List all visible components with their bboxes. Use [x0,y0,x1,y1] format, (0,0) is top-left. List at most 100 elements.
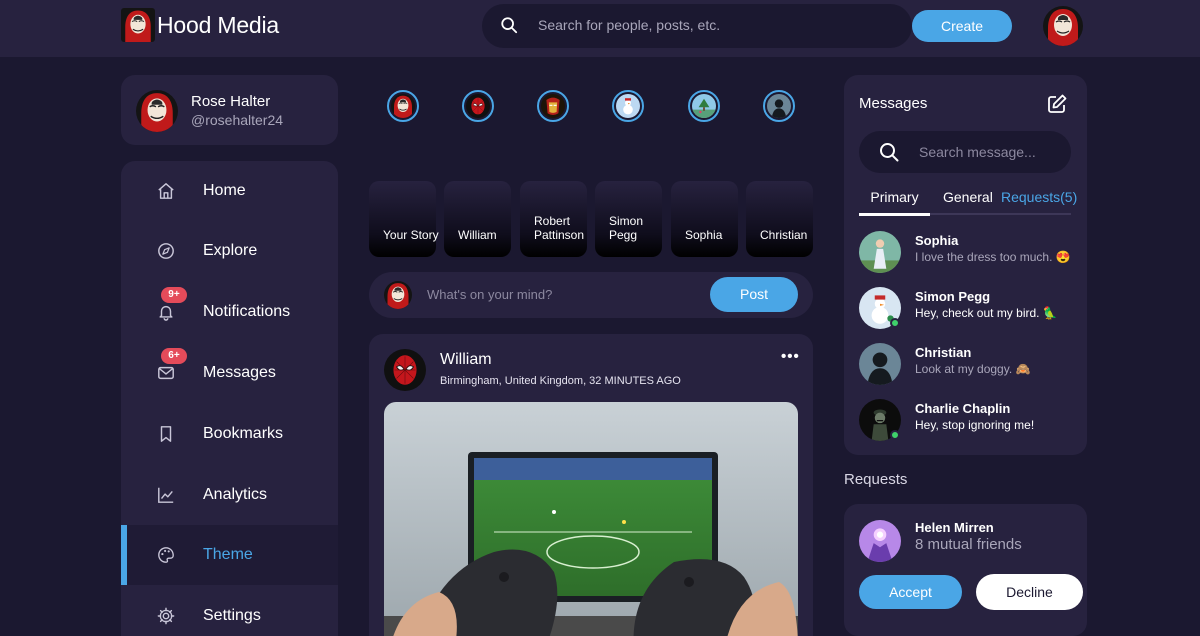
feed-post: William Birmingham, United Kingdom, 32 M… [369,334,813,636]
post-author-name[interactable]: William [440,351,492,369]
profile-avatar [136,90,178,132]
palette-icon [158,547,174,563]
create-button[interactable]: Create [912,10,1012,42]
story-label: William [458,228,497,242]
user-avatar[interactable] [1043,6,1083,46]
message-item[interactable]: Simon Pegg Hey, check out my bird. 🦜 [859,287,1079,331]
sidebar-item-theme[interactable]: Theme [121,525,338,585]
post-button[interactable]: Post [710,277,798,312]
decline-request-button[interactable]: Decline [976,574,1083,610]
story-avatar[interactable] [462,90,494,122]
message-preview: Hey, stop ignoring me! [915,418,1035,432]
requests-heading: Requests [844,471,908,488]
story-label: Sophia [685,228,723,242]
message-preview: Hey, check out my bird. 🦜 [915,306,1058,320]
message-avatar [859,231,901,273]
story-avatar[interactable] [612,90,644,122]
gear-icon [157,607,175,625]
story-card[interactable]: Robert Pattinson [520,181,587,257]
profile-handle: @rosehalter24 [191,112,284,128]
story-avatar[interactable] [387,90,419,122]
sidebar-item-label: Theme [203,546,253,563]
tab-requests[interactable]: Requests(5) [1001,189,1077,215]
message-item[interactable]: Charlie Chaplin Hey, stop ignoring me! [859,399,1079,443]
story-label: Simon Pegg [609,214,644,242]
accept-request-button[interactable]: Accept [859,575,962,609]
chart-line-icon [158,487,174,503]
post-location-time: Birmingham, United Kingdom, 32 MINUTES A… [440,375,681,387]
messages-count-badge: 6+ [161,348,187,364]
sidebar-item-label: Home [203,182,246,199]
online-status-dot [890,318,900,328]
story-card[interactable]: Sophia [671,181,738,257]
message-sender: Christian [915,345,972,360]
online-status-dot [890,430,900,440]
story-label: Robert Pattinson [534,214,585,242]
sidebar-item-home[interactable]: Home [121,161,338,221]
active-indicator [121,525,127,585]
composer-avatar [384,281,412,309]
sidebar-menu: Home Explore 9+ Notifications 6+ Message… [121,161,338,636]
message-avatar [859,343,901,385]
search-icon [880,143,899,162]
global-search-bar[interactable]: Search for people, posts, etc. [482,4,912,48]
request-name[interactable]: Helen Mirren [915,520,994,535]
friend-request-card: Helen Mirren 8 mutual friends Accept Dec… [844,504,1087,636]
message-item[interactable]: Sophia I love the dress too much. 😍 [859,231,1079,275]
app-logo-icon[interactable] [121,8,155,42]
envelope-icon [158,366,174,380]
post-image[interactable] [384,402,798,636]
story-label: Christian [760,228,808,242]
search-icon [501,17,518,34]
tab-general[interactable]: General [943,189,993,215]
sidebar-item-explore[interactable]: Explore [121,221,338,281]
notifications-count-badge: 9+ [161,287,187,303]
sidebar-item-analytics[interactable]: Analytics [121,465,338,525]
story-avatar[interactable] [537,90,569,122]
app-name[interactable]: Hood Media [157,12,279,39]
home-icon [158,183,174,199]
bell-icon [159,305,173,321]
request-avatar[interactable] [859,520,901,562]
sidebar-item-bookmarks[interactable]: Bookmarks [121,404,338,464]
message-sender: Simon Pegg [915,289,991,304]
message-sender: Charlie Chaplin [915,401,1011,416]
post-more-options-icon[interactable]: ••• [781,348,800,365]
tab-primary[interactable]: Primary [859,189,930,216]
compass-icon [158,243,174,259]
story-label: Your Story [383,228,439,242]
top-navbar: Hood Media Search for people, posts, etc… [0,0,1200,57]
story-card-your-story[interactable]: Your Story [369,181,439,257]
profile-card[interactable]: Rose Halter @rosehalter24 [121,75,338,145]
sidebar-item-settings[interactable]: Settings [121,586,338,636]
message-sender: Sophia [915,233,959,248]
sidebar-item-messages[interactable]: 6+ Messages [121,343,338,403]
sidebar-item-label: Notifications [203,303,291,320]
compose-message-icon[interactable] [1046,93,1068,115]
sidebar-item-label: Bookmarks [203,425,284,442]
message-preview: Look at my doggy. 🙈 [915,362,1031,376]
sidebar-item-label: Settings [203,607,261,624]
messages-panel: Messages Search message... Primary Gener… [844,75,1087,455]
post-author-avatar[interactable] [384,349,426,391]
message-search-bar[interactable]: Search message... [859,131,1071,173]
sidebar-item-notifications[interactable]: 9+ Notifications [121,282,338,342]
profile-name: Rose Halter [191,93,271,110]
sidebar-item-label: Messages [203,364,276,381]
request-mutual-friends: 8 mutual friends [915,536,1022,553]
story-card[interactable]: Simon Pegg [595,181,662,257]
message-search-input[interactable]: Search message... [919,144,1036,160]
story-card[interactable]: Christian [746,181,813,257]
message-preview: I love the dress too much. 😍 [915,250,1071,264]
story-card[interactable]: William [444,181,511,257]
story-avatar-strip [369,90,813,124]
sidebar-item-label: Analytics [203,486,268,503]
message-tabs: Primary General Requests(5) [859,189,1077,216]
sidebar-item-label: Explore [203,242,258,259]
global-search-input[interactable]: Search for people, posts, etc. [538,17,720,33]
bookmark-icon [160,426,172,442]
message-item[interactable]: Christian Look at my doggy. 🙈 [859,343,1079,387]
post-input[interactable]: What's on your mind? [427,287,552,302]
story-avatar[interactable] [763,90,795,122]
story-avatar[interactable] [688,90,720,122]
